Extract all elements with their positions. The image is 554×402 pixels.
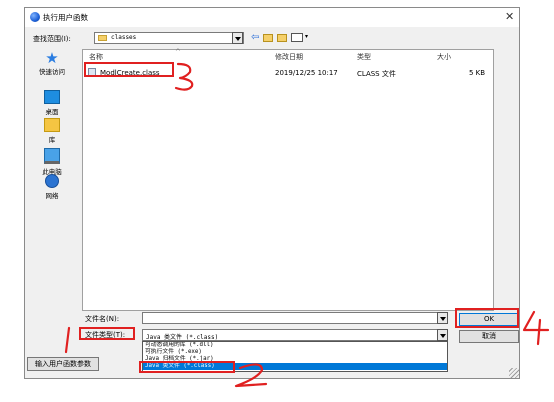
numeral-3-stroke xyxy=(174,62,194,91)
annotation-numerals xyxy=(64,62,550,388)
numeral-1-stroke xyxy=(64,326,71,354)
numeral-4-stroke xyxy=(522,310,550,346)
numeral-2-stroke xyxy=(234,363,268,388)
